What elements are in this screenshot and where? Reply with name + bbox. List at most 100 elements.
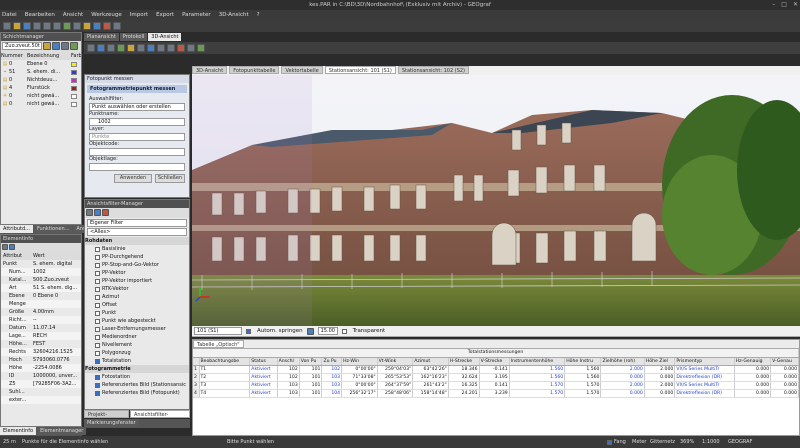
table-cell[interactable]: 0.000 [644, 389, 676, 398]
group-fotogrammetrie[interactable]: Fotogrammetrie [85, 365, 189, 373]
info-row[interactable]: Art 51 S. ehem. dig... [1, 284, 81, 292]
table-cell[interactable]: 104 [321, 389, 343, 398]
fang-checkbox[interactable] [607, 440, 612, 446]
table-cell[interactable]: 1.560 [509, 365, 566, 374]
objektcode-input[interactable] [89, 148, 185, 156]
group-rohdaten[interactable]: Rohdaten [85, 237, 189, 245]
info-icon[interactable] [9, 244, 15, 250]
filter-checkbox[interactable] [95, 318, 100, 324]
table-cell[interactable]: 162°16'23" [412, 373, 449, 382]
table-cell[interactable]: 3.239 [479, 389, 510, 398]
info-row[interactable]: Rechts 32604216.1525 [1, 348, 81, 356]
menu-werkzeuge[interactable]: Werkzeuge [91, 12, 122, 18]
menu-export[interactable]: Export [156, 12, 174, 18]
station-select[interactable]: 101 (S1) [194, 327, 242, 335]
menu-3d-ansicht[interactable]: 3D-Ansicht [219, 12, 249, 18]
filter-checkbox[interactable] [95, 246, 100, 252]
column-header[interactable]: Von Pu [299, 357, 323, 366]
line-icon[interactable] [107, 44, 115, 52]
schicht-row[interactable]: ▤ 4 Flurstück [1, 84, 81, 92]
table-cell[interactable]: 1.570 [564, 381, 602, 390]
zoom-icon[interactable] [63, 22, 71, 30]
table-cell[interactable]: 1.570 [509, 389, 566, 398]
table-cell[interactable]: -0.141 [479, 365, 510, 374]
table-cell[interactable]: 259°04'03" [377, 365, 414, 374]
info-row[interactable]: Suhl... [1, 388, 81, 396]
filter-item[interactable]: PP-Vektor [85, 269, 189, 277]
color-swatch[interactable] [71, 93, 77, 99]
layer-add-icon[interactable] [43, 42, 51, 50]
color-swatch[interactable] [71, 85, 77, 91]
table-cell[interactable]: VX/S Series MultiTr [674, 365, 735, 374]
layer-icon[interactable] [83, 22, 91, 30]
table-cell[interactable]: 1.560 [564, 365, 602, 374]
info-row[interactable]: Höhe -2254.0086 [1, 364, 81, 372]
filter-item[interactable]: Azimut [85, 293, 189, 301]
table-cell[interactable]: 102 [277, 373, 300, 382]
table-row[interactable]: 2 T2 Aktiviert 102 101 103 71°33'08" 265°53'53"… [193, 373, 799, 382]
sort-icon[interactable] [2, 244, 8, 250]
table-cell[interactable]: T2 [199, 373, 251, 382]
menu-help[interactable]: ? [257, 12, 260, 18]
filter-item[interactable]: Nivellement [85, 341, 189, 349]
filter-checkbox[interactable] [95, 326, 100, 332]
tab-protokoll[interactable]: Protokoll [119, 33, 148, 41]
schliessen-button[interactable]: Schließen [155, 174, 185, 183]
info-row[interactable]: Ebene 0 Ebene 0 [1, 292, 81, 300]
point-icon[interactable] [97, 44, 105, 52]
filter-checkbox[interactable] [95, 278, 100, 284]
tab-elementinfo[interactable]: Elementinfo [0, 427, 37, 435]
col-attribut[interactable]: Attribut [1, 252, 33, 260]
table-cell[interactable]: 18.346 [448, 365, 480, 374]
objektlage-input[interactable] [89, 163, 185, 171]
filter-checkbox[interactable] [95, 334, 100, 340]
filter-select[interactable]: Eigener Filter [87, 219, 187, 227]
info-row[interactable]: Größe 4.00mm [1, 308, 81, 316]
minimize-icon[interactable]: – [772, 0, 775, 10]
table-cell[interactable]: 0.000 [644, 373, 676, 382]
status-meter[interactable]: Meter [632, 439, 650, 445]
info-row[interactable]: Richt... -- [1, 316, 81, 324]
filter-item[interactable]: Offset [85, 301, 189, 309]
column-header[interactable]: H-Strecke [448, 357, 480, 366]
color-swatch[interactable] [71, 69, 77, 75]
tab-station-102[interactable]: Stationsansicht: 102 (S2) [397, 66, 469, 74]
filter-checkbox[interactable] [95, 310, 100, 316]
close-icon[interactable]: ✕ [793, 0, 798, 10]
filter-checkbox[interactable] [95, 350, 100, 356]
photo-icon[interactable] [197, 44, 205, 52]
table-cell[interactable]: 24.201 [448, 389, 480, 398]
filter-item[interactable]: PP-Vektor importiert [85, 277, 189, 285]
select-icon[interactable] [87, 44, 95, 52]
table-cell[interactable]: 0.000 [600, 373, 645, 382]
status-gitternetz[interactable]: Gitternetz [650, 439, 680, 445]
filter-item[interactable]: Basislinie [85, 245, 189, 253]
table-cell[interactable]: 0.000 [734, 389, 772, 398]
filter-item[interactable]: Polygonzug [85, 349, 189, 357]
settings-icon[interactable] [113, 22, 121, 30]
grid-icon[interactable] [137, 44, 145, 52]
layer-edit-icon[interactable] [52, 42, 60, 50]
table-cell[interactable]: 2.000 [644, 381, 676, 390]
transparent-checkbox[interactable] [341, 329, 347, 335]
table-cell[interactable]: 0.000 [734, 365, 772, 374]
info-row[interactable]: Punkt S. ehem. digital [1, 260, 81, 268]
column-header[interactable]: Hz-Genauig [734, 357, 772, 366]
tab-tabelle-optisch[interactable]: Tabelle „Optisch" [193, 340, 244, 348]
open-folder-icon[interactable] [13, 22, 21, 30]
table-cell[interactable]: 264°37'59" [377, 381, 414, 390]
table-row[interactable]: 3 T3 Aktiviert 103 101 103 0°00'00" 264°37'59" 2… [193, 381, 799, 390]
table-row[interactable]: 1 T1 Aktiviert 102 101 102 0°00'00" 259°04'03" 6… [193, 365, 799, 374]
table-cell[interactable]: 0°00'00" [341, 365, 378, 374]
schicht-row[interactable]: ☀ 0 nicht gewä... [1, 92, 81, 100]
table-cell[interactable]: 101 [299, 381, 323, 390]
table-cell[interactable]: 0.141 [479, 381, 510, 390]
column-header[interactable]: Hz-Win [341, 357, 378, 366]
table-cell[interactable]: 101 [299, 373, 323, 382]
filter-checkbox[interactable] [95, 270, 100, 276]
table-cell[interactable]: 0.000 [734, 373, 772, 382]
layers-icon[interactable] [187, 44, 195, 52]
delete-icon[interactable] [103, 22, 111, 30]
stop-icon[interactable] [177, 44, 185, 52]
table-cell[interactable]: 0.000 [600, 389, 645, 398]
